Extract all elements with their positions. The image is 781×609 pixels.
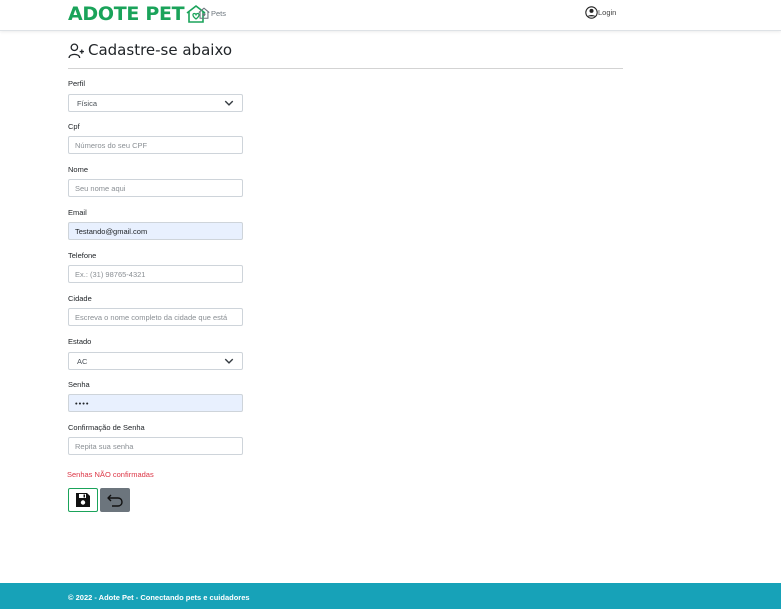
brand-name: ADOTE PET (68, 3, 185, 25)
nav-pets-link[interactable]: Pets (197, 6, 226, 20)
cidade-label: Cidade (68, 294, 92, 303)
nav-pets-label: Pets (211, 8, 227, 18)
perfil-select[interactable]: Física (68, 94, 243, 112)
top-navbar: ADOTE PET Pets Login (0, 0, 781, 31)
email-label: Email (68, 208, 87, 217)
confirmacao-label: Confirmação de Senha (68, 423, 145, 432)
nome-label: Nome (68, 165, 89, 174)
person-plus-icon (68, 42, 84, 58)
nav-login-link[interactable]: Login (585, 6, 616, 19)
floppy-disk-icon (76, 493, 90, 507)
telefone-input[interactable] (68, 265, 243, 283)
senha-label: Senha (68, 380, 90, 389)
page-header: Cadastre-se abaixo (68, 41, 232, 59)
person-circle-icon (585, 6, 598, 19)
nav-login-label: Login (598, 8, 617, 17)
perfil-label: Perfil (68, 79, 86, 88)
cidade-input[interactable] (68, 308, 243, 326)
page-title: Cadastre-se abaixo (88, 41, 233, 59)
estado-select[interactable]: AC (68, 352, 243, 370)
estado-label: Estado (68, 337, 92, 346)
perfil-selected-value: Física (77, 98, 98, 108)
return-arrow-icon (107, 494, 123, 507)
cpf-label: Cpf (68, 122, 80, 131)
chevron-down-icon (224, 100, 234, 106)
password-mismatch-error: Senhas NÃO confirmadas (67, 470, 154, 479)
back-button[interactable] (100, 488, 130, 512)
cpf-input[interactable] (68, 136, 243, 154)
footer-text: © 2022 - Adote Pet - Conectando pets e c… (68, 593, 250, 602)
telefone-label: Telefone (68, 251, 97, 260)
house-heart-icon (198, 7, 210, 19)
estado-selected-value: AC (77, 356, 88, 366)
footer: © 2022 - Adote Pet - Conectando pets e c… (0, 583, 781, 609)
confirmacao-input[interactable] (68, 437, 243, 455)
nome-input[interactable] (68, 179, 243, 197)
email-input[interactable] (68, 222, 243, 240)
title-divider (68, 68, 623, 69)
chevron-down-icon (224, 358, 234, 364)
save-button[interactable] (68, 488, 98, 512)
brand-logo[interactable]: ADOTE PET (68, 3, 207, 25)
senha-input[interactable] (68, 394, 243, 412)
